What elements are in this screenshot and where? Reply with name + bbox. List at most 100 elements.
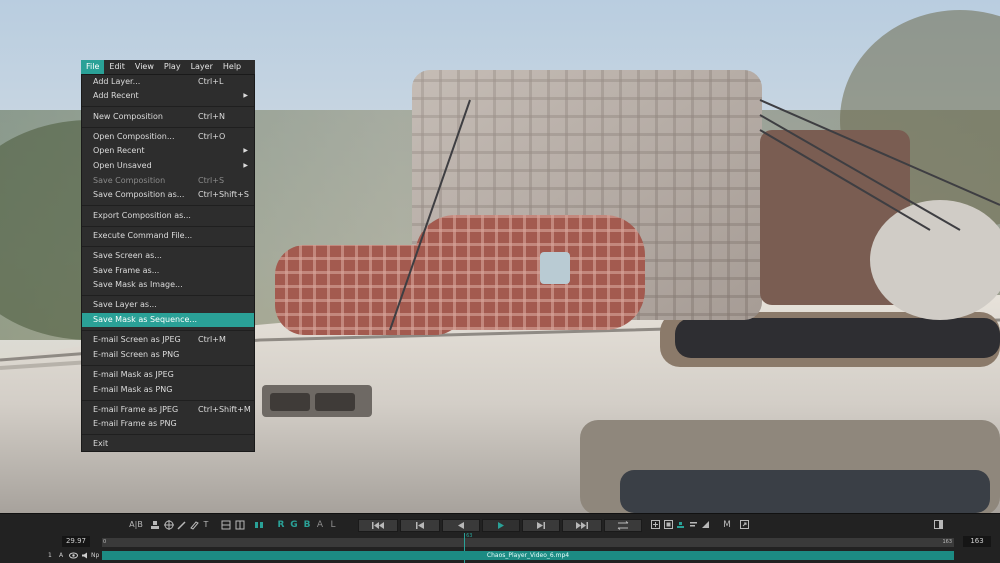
last-frame-button[interactable]: [562, 519, 602, 532]
video-clip[interactable]: Chaos_Player_Video_6.mp4: [102, 551, 954, 560]
menu-item-save-composition-as[interactable]: Save Composition as... Ctrl+Shift+S: [82, 188, 254, 202]
menu-item-new-composition[interactable]: New Composition Ctrl+N: [82, 110, 254, 124]
menu-item-label: Save Layer as...: [93, 300, 157, 309]
eye-icon[interactable]: [69, 550, 78, 563]
menu-item-email-mask-png[interactable]: E-mail Mask as PNG: [82, 383, 254, 397]
channel-l-toggle[interactable]: L: [328, 518, 338, 532]
stamp-icon[interactable]: [150, 518, 162, 532]
menu-file[interactable]: File: [81, 60, 105, 74]
menu-item-label: Add Layer...: [93, 77, 141, 86]
menu-separator: [82, 106, 254, 107]
text-tool[interactable]: T: [201, 518, 211, 532]
ab-compare-toggle[interactable]: A|B: [129, 518, 143, 532]
menu-edit[interactable]: Edit: [104, 60, 130, 74]
menu-item-save-mask-sequence[interactable]: Save Mask as Sequence...: [82, 313, 254, 327]
prev-frame-icon: [416, 522, 424, 529]
grid-icon[interactable]: [235, 518, 247, 532]
lut-icon[interactable]: [676, 518, 687, 532]
menu-item-export-composition[interactable]: Export Composition as...: [82, 209, 254, 223]
menu-item-label: Exit: [93, 439, 109, 448]
menu-item-label: Open Unsaved: [93, 161, 152, 170]
marker-button[interactable]: M: [721, 518, 733, 532]
menu-item-email-screen-png[interactable]: E-mail Screen as PNG: [82, 348, 254, 362]
file-menu-dropdown: Add Layer... Ctrl+L Add Recent ▶ New Compo…: [81, 74, 255, 452]
first-frame-button[interactable]: [358, 519, 398, 532]
menu-item-shortcut: Ctrl+M: [198, 335, 226, 344]
speaker-icon[interactable]: [81, 550, 89, 563]
menu-separator: [82, 400, 254, 401]
play-reverse-icon: [458, 522, 464, 529]
zoom-icon[interactable]: [651, 518, 662, 532]
menu-item-shortcut: Ctrl+L: [198, 77, 224, 86]
menu-item-shortcut: Ctrl+Shift+M: [198, 405, 251, 414]
player-toolbar: A|B T R G B A L M: [0, 518, 1000, 534]
play-icon: [498, 522, 504, 529]
menu-layer[interactable]: Layer: [186, 60, 218, 74]
play-reverse-button[interactable]: [442, 519, 480, 532]
menu-item-save-layer[interactable]: Save Layer as...: [82, 298, 254, 312]
menu-item-add-recent[interactable]: Add Recent ▶: [82, 89, 254, 103]
menu-item-label: Execute Command File...: [93, 231, 193, 240]
menu-item-save-screen[interactable]: Save Screen as...: [82, 249, 254, 263]
prev-frame-button[interactable]: [400, 519, 440, 532]
layout-icon[interactable]: [221, 518, 233, 532]
play-button[interactable]: [482, 519, 520, 532]
last-frame-icon: [576, 522, 588, 529]
panel-icon[interactable]: [934, 518, 945, 532]
fps-field[interactable]: 29.97: [62, 536, 90, 547]
layer-track: 1 A Np Chaos_Player_Video_6.mp4: [0, 550, 1000, 561]
menu-item-exit[interactable]: Exit: [82, 437, 254, 451]
player-controls: A|B T R G B A L M 29.97 0 163 163 63 1 A…: [0, 513, 1000, 563]
menu-item-email-mask-jpeg[interactable]: E-mail Mask as JPEG: [82, 368, 254, 382]
layer-np-label[interactable]: Np: [91, 550, 99, 561]
histogram-icon[interactable]: [701, 518, 712, 532]
menu-item-open-unsaved[interactable]: Open Unsaved ▶: [82, 159, 254, 173]
export-icon[interactable]: [740, 518, 751, 532]
menu-item-open-composition[interactable]: Open Composition... Ctrl+O: [82, 130, 254, 144]
menu-item-execute-command[interactable]: Execute Command File...: [82, 229, 254, 243]
menu-item-save-mask-image[interactable]: Save Mask as Image...: [82, 278, 254, 292]
submenu-arrow-icon: ▶: [243, 92, 248, 99]
menu-item-label: E-mail Mask as PNG: [93, 385, 173, 394]
menu-item-save-frame[interactable]: Save Frame as...: [82, 264, 254, 278]
submenu-arrow-icon: ▶: [243, 162, 248, 169]
menu-separator: [82, 226, 254, 227]
color-icon[interactable]: [664, 518, 675, 532]
end-frame-field[interactable]: 163: [963, 536, 991, 547]
menu-item-email-frame-jpeg[interactable]: E-mail Frame as JPEG Ctrl+Shift+M: [82, 403, 254, 417]
menu-item-open-recent[interactable]: Open Recent ▶: [82, 144, 254, 158]
next-frame-button[interactable]: [522, 519, 560, 532]
menu-item-label: E-mail Mask as JPEG: [93, 370, 174, 379]
menu-play[interactable]: Play: [159, 60, 186, 74]
layer-flag[interactable]: A: [59, 550, 63, 561]
menu-item-label: Save Mask as Image...: [93, 280, 183, 289]
menu-item-email-frame-png[interactable]: E-mail Frame as PNG: [82, 417, 254, 431]
menu-item-shortcut: Ctrl+S: [198, 176, 225, 185]
menu-separator: [82, 434, 254, 435]
menu-help[interactable]: Help: [218, 60, 246, 74]
menu-item-label: Save Composition as...: [93, 190, 185, 199]
menu-view[interactable]: View: [130, 60, 159, 74]
channel-g-toggle[interactable]: G: [289, 518, 299, 532]
menu-item-add-layer[interactable]: Add Layer... Ctrl+L: [82, 75, 254, 89]
menu-item-label: Open Composition...: [93, 132, 175, 141]
channel-b-toggle[interactable]: B: [302, 518, 312, 532]
menu-item-label: Save Frame as...: [93, 266, 160, 275]
channel-a-toggle[interactable]: A: [315, 518, 325, 532]
timeline-ruler[interactable]: 0 163: [102, 538, 954, 547]
pen-icon[interactable]: [177, 518, 189, 532]
loop-icon: [617, 521, 629, 530]
split-icon[interactable]: [254, 518, 266, 532]
crosshair-icon[interactable]: [164, 518, 176, 532]
menu-item-label: Save Composition: [93, 176, 166, 185]
align-icon[interactable]: [689, 518, 700, 532]
first-frame-icon: [372, 522, 384, 529]
menu-item-label: Add Recent: [93, 91, 139, 100]
timeline-start-label: 0: [103, 539, 107, 545]
clip-name: Chaos_Player_Video_6.mp4: [486, 552, 570, 559]
menu-item-email-screen-jpeg[interactable]: E-mail Screen as JPEG Ctrl+M: [82, 333, 254, 347]
loop-button[interactable]: [604, 519, 642, 532]
brush-icon[interactable]: [189, 518, 201, 532]
channel-r-toggle[interactable]: R: [276, 518, 286, 532]
menu-separator: [82, 127, 254, 128]
